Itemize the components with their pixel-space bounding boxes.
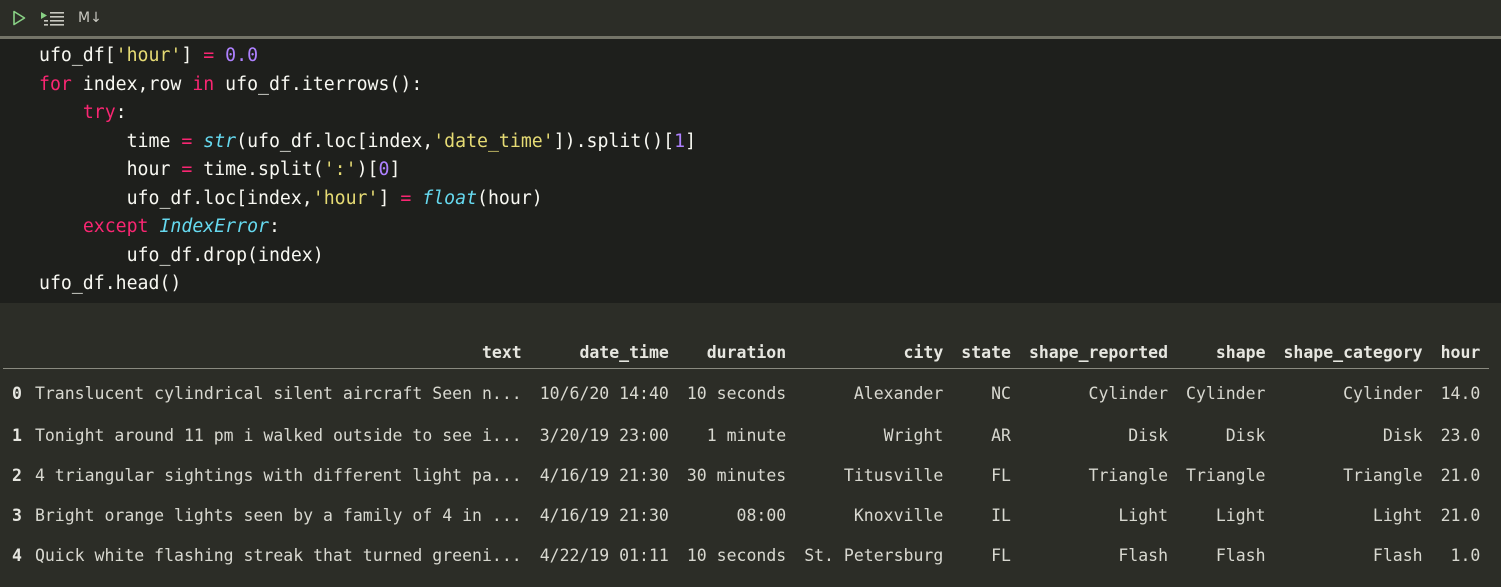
code-line-2: for index,row in ufo_df.iterrows(): [39, 74, 423, 95]
code-line-5: hour = time.split(':')[0] [39, 159, 401, 180]
cell-duration: 10 seconds [686, 383, 787, 403]
play-icon [13, 10, 26, 26]
cell-hour: 23.0 [1440, 425, 1481, 445]
cell-shape-category: Cylinder [1343, 383, 1423, 403]
cell-shape-category: Disk [1382, 425, 1423, 445]
code-line-9: ufo_df.head() [39, 273, 182, 294]
cell-city: Wright [883, 425, 944, 445]
column-header-state: state [952, 337, 1020, 369]
cell-hour: 1.0 [1450, 545, 1481, 565]
run-below-icon [41, 12, 64, 26]
cell-text: Tonight around 11 pm i walked outside to… [34, 425, 522, 445]
cell-toolbar: M↓ [0, 0, 1501, 36]
cell-hour: 14.0 [1440, 383, 1481, 403]
cell-output: text date_time duration city state shape… [0, 303, 1501, 587]
code-line-4: time = str(ufo_df.loc[index,'date_time']… [39, 131, 697, 152]
cell-text: Translucent cylindrical silent aircraft … [34, 383, 522, 403]
column-header-hour: hour [1431, 337, 1490, 369]
cell-state: IL [991, 505, 1011, 525]
cell-shape-reported: Flash [1118, 545, 1169, 565]
markdown-toggle-button[interactable]: M↓ [78, 6, 102, 30]
cell-shape-category: Flash [1372, 545, 1423, 565]
cell-date-time: 4/16/19 21:30 [539, 505, 669, 525]
cell-duration: 1 minute [706, 425, 787, 445]
cell-date-time: 4/22/19 01:11 [539, 545, 669, 565]
table-header-row: text date_time duration city state shape… [3, 337, 1490, 369]
cell-state: AR [991, 425, 1011, 445]
cell-state: FL [991, 465, 1011, 485]
cell-city: Titusville [843, 465, 944, 485]
cell-shape: Flash [1215, 545, 1266, 565]
cell-shape-reported: Disk [1128, 425, 1169, 445]
row-index: 0 [12, 383, 22, 403]
table-row: 1 Tonight around 11 pm i walked outside … [3, 415, 1489, 455]
cell-hour: 21.0 [1440, 505, 1481, 525]
cell-duration: 30 minutes [686, 465, 787, 485]
column-header-date-time: date_time [530, 337, 678, 369]
cell-city: Alexander [853, 383, 944, 403]
column-header-duration: duration [677, 337, 796, 369]
cell-shape-reported: Cylinder [1088, 383, 1169, 403]
table-row: 0 Translucent cylindrical silent aircraf… [3, 369, 1489, 416]
column-header-shape-reported: shape_reported [1019, 337, 1178, 369]
column-header-shape: shape [1177, 337, 1275, 369]
table-row: 2 4 triangular sightings with different … [3, 455, 1489, 495]
row-index: 2 [12, 465, 22, 485]
cell-city: St. Petersburg [804, 545, 944, 565]
run-below-button[interactable] [40, 6, 66, 30]
code-line-8: ufo_df.drop(index) [39, 245, 324, 266]
cell-date-time: 10/6/20 14:40 [539, 383, 669, 403]
column-header-index [3, 337, 26, 369]
cell-shape-category: Triangle [1343, 465, 1423, 485]
cell-date-time: 4/16/19 21:30 [539, 465, 669, 485]
column-header-text: text [25, 337, 531, 369]
cell-shape: Cylinder [1186, 383, 1266, 403]
cell-shape-reported: Triangle [1088, 465, 1169, 485]
cell-shape-reported: Light [1118, 505, 1169, 525]
cell-city: Knoxville [853, 505, 944, 525]
column-header-shape-category: shape_category [1274, 337, 1432, 369]
cell-text: 4 triangular sightings with different li… [34, 465, 522, 485]
cell-state: NC [991, 383, 1011, 403]
code-line-3: try: [82, 102, 127, 123]
dataframe-table: text date_time duration city state shape… [3, 337, 1490, 575]
row-index: 3 [12, 505, 22, 525]
row-index: 1 [12, 425, 22, 445]
cell-shape: Light [1215, 505, 1266, 525]
table-row: 4 Quick white flashing streak that turne… [3, 535, 1489, 575]
code-editor[interactable]: ufo_df['hour'] = 0.0 for index,row in uf… [0, 39, 1501, 303]
cell-duration: 08:00 [736, 505, 787, 525]
cell-state: FL [991, 545, 1011, 565]
row-index: 4 [12, 545, 22, 565]
cell-shape-category: Light [1372, 505, 1423, 525]
cell-text: Quick white flashing streak that turned … [34, 545, 522, 565]
table-row: 3 Bright orange lights seen by a family … [3, 495, 1489, 535]
cell-date-time: 3/20/19 23:00 [539, 425, 669, 445]
cell-hour: 21.0 [1440, 465, 1481, 485]
cell-text: Bright orange lights seen by a family of… [34, 505, 522, 525]
cell-shape: Disk [1225, 425, 1266, 445]
code-line-1: ufo_df['hour'] = 0.0 [39, 45, 259, 66]
cell-shape: Triangle [1186, 465, 1266, 485]
run-cell-button[interactable] [10, 6, 28, 30]
code-line-6: ufo_df.loc[index,'hour'] = float(hour) [39, 188, 543, 209]
code-line-7: except IndexError: [82, 216, 280, 237]
column-header-city: city [795, 337, 953, 369]
cell-duration: 10 seconds [686, 545, 787, 565]
